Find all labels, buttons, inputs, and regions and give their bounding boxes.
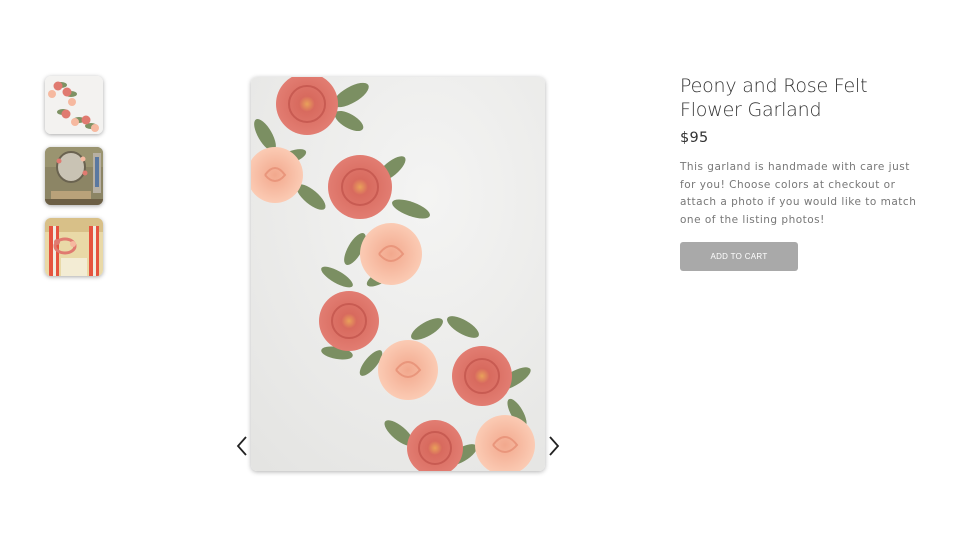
chevron-left-icon[interactable] <box>234 434 250 458</box>
product-info: Peony and Rose Felt Flower Garland $95 T… <box>680 74 930 271</box>
thumbnail-garland-window[interactable] <box>45 218 103 276</box>
thumbnail-list <box>45 76 105 289</box>
product-price: $95 <box>680 130 709 146</box>
thumbnail-garland-white[interactable] <box>45 76 103 134</box>
add-to-cart-button[interactable]: ADD TO CART <box>680 241 798 271</box>
chevron-right-icon[interactable] <box>546 434 562 458</box>
product-title: Peony and Rose Felt Flower Garland <box>680 75 868 121</box>
thumbnail-garland-mirror[interactable] <box>45 147 103 205</box>
main-product-image <box>251 77 545 471</box>
product-page: Peony and Rose Felt Flower Garland $95 T… <box>0 0 960 540</box>
product-description: This garland is handmade with care just … <box>680 161 917 227</box>
